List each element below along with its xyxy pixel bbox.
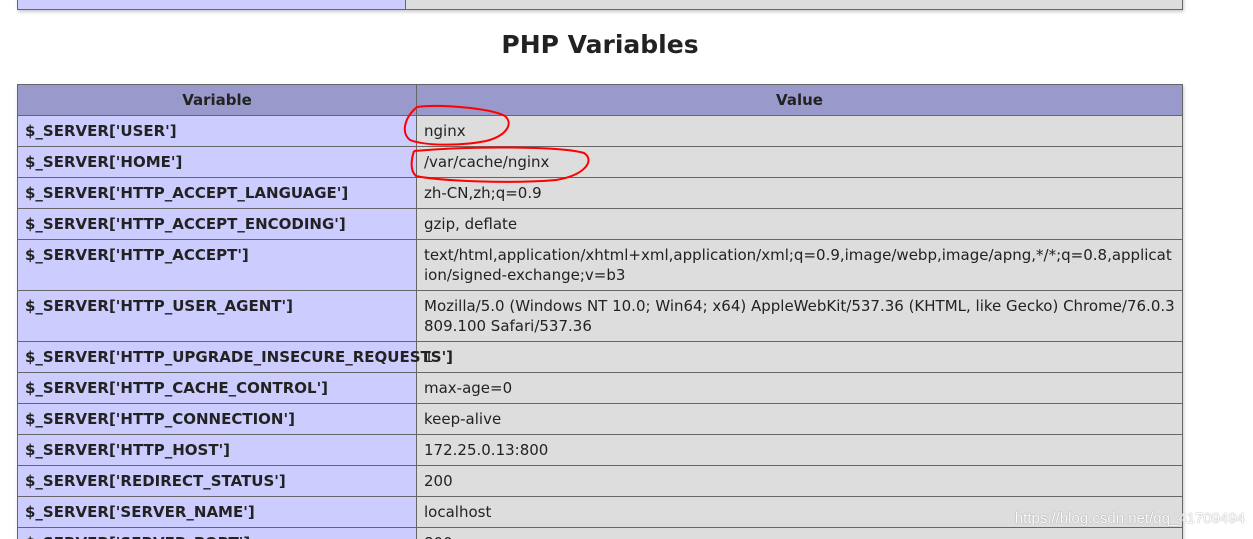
variable-value: 800 [416, 527, 1183, 539]
table-row: $_SERVER['SERVER_PORT'] 800 [17, 527, 1183, 539]
variable-name: $_SERVER['HTTP_USER_AGENT'] [17, 290, 417, 342]
variable-cell [17, 0, 406, 10]
variable-name: $_SERVER['HOME'] [17, 146, 417, 178]
variable-value: Mozilla/5.0 (Windows NT 10.0; Win64; x64… [416, 290, 1183, 342]
variable-value: 172.25.0.13:800 [416, 434, 1183, 466]
variable-name: $_SERVER['HTTP_ACCEPT'] [17, 239, 417, 291]
table-row: $_SERVER['HTTP_CACHE_CONTROL'] max-age=0 [17, 372, 1183, 404]
table-row: $_SERVER['HTTP_ACCEPT_LANGUAGE'] zh-CN,z… [17, 177, 1183, 209]
value-cell [405, 0, 1183, 10]
table-row: $_SERVER['SERVER_NAME'] localhost [17, 496, 1183, 528]
variable-value: keep-alive [416, 403, 1183, 435]
variable-value: 1 [416, 341, 1183, 373]
phpinfo-page: PHP Variables Variable Value $_SERVER['U… [0, 0, 1253, 539]
value-column-header: Value [416, 84, 1183, 116]
variable-value: zh-CN,zh;q=0.9 [416, 177, 1183, 209]
table-row: $_SERVER['HTTP_UPGRADE_INSECURE_REQUESTS… [17, 341, 1183, 373]
table-row: $_SERVER['HTTP_ACCEPT_ENCODING'] gzip, d… [17, 208, 1183, 240]
variable-name: $_SERVER['REDIRECT_STATUS'] [17, 465, 417, 497]
table-header-row: Variable Value [17, 84, 1183, 116]
variable-value: gzip, deflate [416, 208, 1183, 240]
variable-value: 200 [416, 465, 1183, 497]
variable-value: text/html,application/xhtml+xml,applicat… [416, 239, 1183, 291]
variable-value: max-age=0 [416, 372, 1183, 404]
previous-section-table [17, 0, 1183, 10]
variable-name: $_SERVER['HTTP_ACCEPT_ENCODING'] [17, 208, 417, 240]
variable-name: $_SERVER['HTTP_UPGRADE_INSECURE_REQUESTS… [17, 341, 453, 373]
table-row: $_SERVER['HTTP_CONNECTION'] keep-alive [17, 403, 1183, 435]
variable-name: $_SERVER['USER'] [17, 115, 417, 147]
table-row [17, 0, 1183, 10]
variable-name: $_SERVER['HTTP_CACHE_CONTROL'] [17, 372, 417, 404]
variable-name: $_SERVER['HTTP_HOST'] [17, 434, 417, 466]
table-row: $_SERVER['HOME'] /var/cache/nginx [17, 146, 1183, 178]
variable-column-header: Variable [17, 84, 417, 116]
table-row: $_SERVER['HTTP_HOST'] 172.25.0.13:800 [17, 434, 1183, 466]
watermark: https://blog.csdn.net/qq_41709494 [1014, 510, 1245, 527]
table-row: $_SERVER['HTTP_ACCEPT'] text/html,applic… [17, 239, 1183, 291]
table-row: $_SERVER['REDIRECT_STATUS'] 200 [17, 465, 1183, 497]
variable-value: nginx [416, 115, 1183, 147]
variable-value: /var/cache/nginx [416, 146, 1183, 178]
variable-name: $_SERVER['HTTP_ACCEPT_LANGUAGE'] [17, 177, 417, 209]
php-variables-table: Variable Value $_SERVER['USER'] nginx $_… [17, 84, 1183, 539]
section-title: PHP Variables [501, 30, 699, 59]
variable-name: $_SERVER['SERVER_NAME'] [17, 496, 417, 528]
table-row: $_SERVER['HTTP_USER_AGENT'] Mozilla/5.0 … [17, 290, 1183, 342]
variable-name: $_SERVER['HTTP_CONNECTION'] [17, 403, 417, 435]
table-row: $_SERVER['USER'] nginx [17, 115, 1183, 147]
variable-name: $_SERVER['SERVER_PORT'] [17, 527, 417, 539]
